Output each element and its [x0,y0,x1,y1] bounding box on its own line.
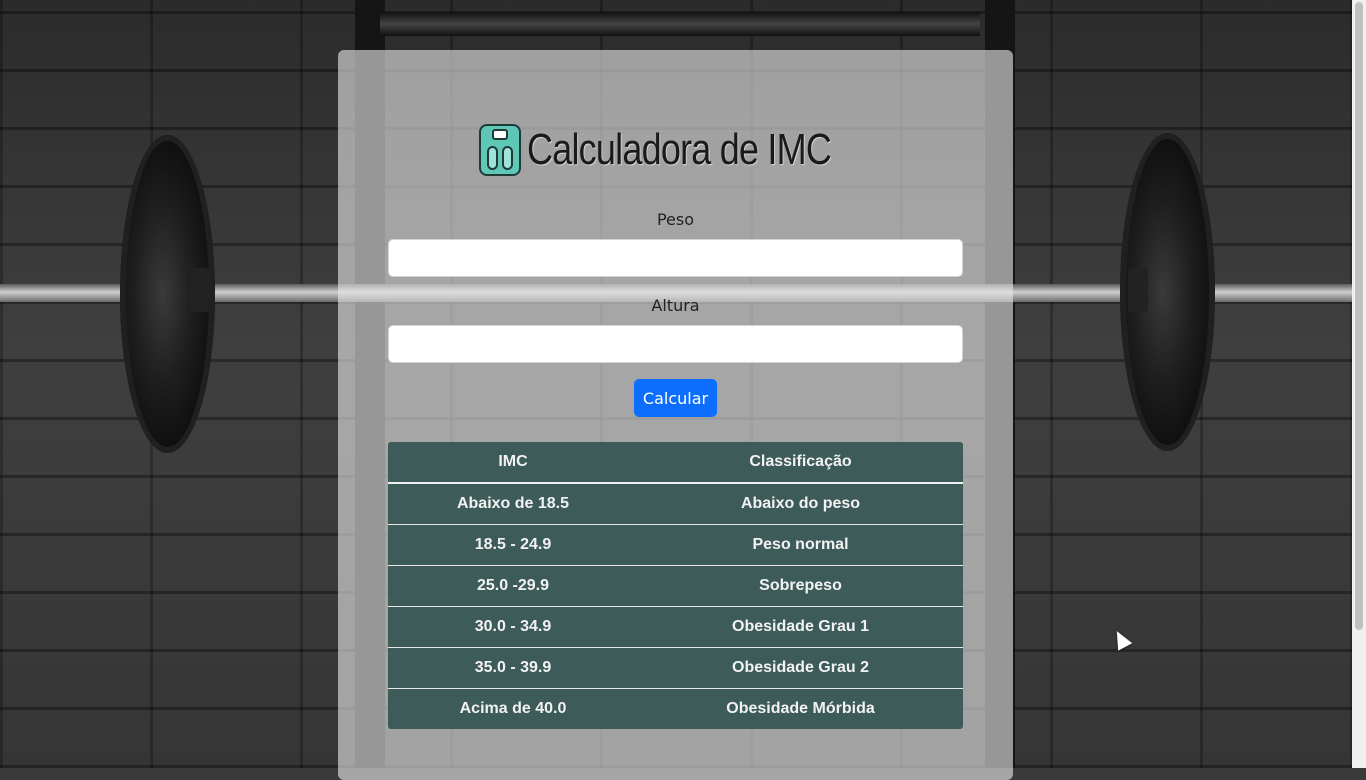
peso-label: Peso [656,210,695,229]
table-header-classificacao: Classificação [638,442,963,484]
table-cell-imc: Abaixo de 18.5 [388,483,638,525]
table-cell-classificacao: Peso normal [638,524,963,566]
table-row: Acima de 40.0 Obesidade Mórbida [388,688,963,729]
page-title: Calculadora de IMC [527,125,832,174]
plate-collar [190,268,210,312]
crown-icon [492,129,508,140]
page-scrollbar[interactable] [1352,0,1366,768]
table-header-row: IMC Classificação [388,442,963,484]
scale-icon [479,124,521,176]
title-row: Calculadora de IMC [338,124,1013,176]
rack-bar [380,12,980,36]
table-row: 30.0 - 34.9 Obesidade Grau 1 [388,606,963,648]
table-row: 18.5 - 24.9 Peso normal [388,524,963,566]
plate-collar [1128,268,1148,312]
table-row: 35.0 - 39.9 Obesidade Grau 2 [388,647,963,689]
table-row: Abaixo de 18.5 Abaixo do peso [388,483,963,525]
footprint-icon [487,146,498,170]
altura-input[interactable] [388,325,963,363]
table-cell-classificacao: Obesidade Grau 1 [638,606,963,648]
table-cell-imc: 30.0 - 34.9 [388,606,638,648]
footprint-icon [502,146,513,170]
table-cell-imc: Acima de 40.0 [388,688,638,729]
table-cell-imc: 35.0 - 39.9 [388,647,638,689]
table-header-imc: IMC [388,442,638,484]
calculator-card: Calculadora de IMC Peso Altura Calcular … [338,50,1013,780]
table-cell-classificacao: Sobrepeso [638,565,963,607]
imc-table: IMC Classificação Abaixo de 18.5 Abaixo … [388,442,963,729]
peso-input[interactable] [388,239,963,277]
table-row: 25.0 -29.9 Sobrepeso [388,565,963,607]
table-cell-classificacao: Abaixo do peso [638,483,963,525]
altura-label: Altura [651,296,700,315]
calcular-button[interactable]: Calcular [634,379,717,417]
table-cell-imc: 18.5 - 24.9 [388,524,638,566]
scrollbar-thumb[interactable] [1355,2,1363,630]
table-cell-imc: 25.0 -29.9 [388,565,638,607]
table-cell-classificacao: Obesidade Mórbida [638,688,963,729]
table-cell-classificacao: Obesidade Grau 2 [638,647,963,689]
